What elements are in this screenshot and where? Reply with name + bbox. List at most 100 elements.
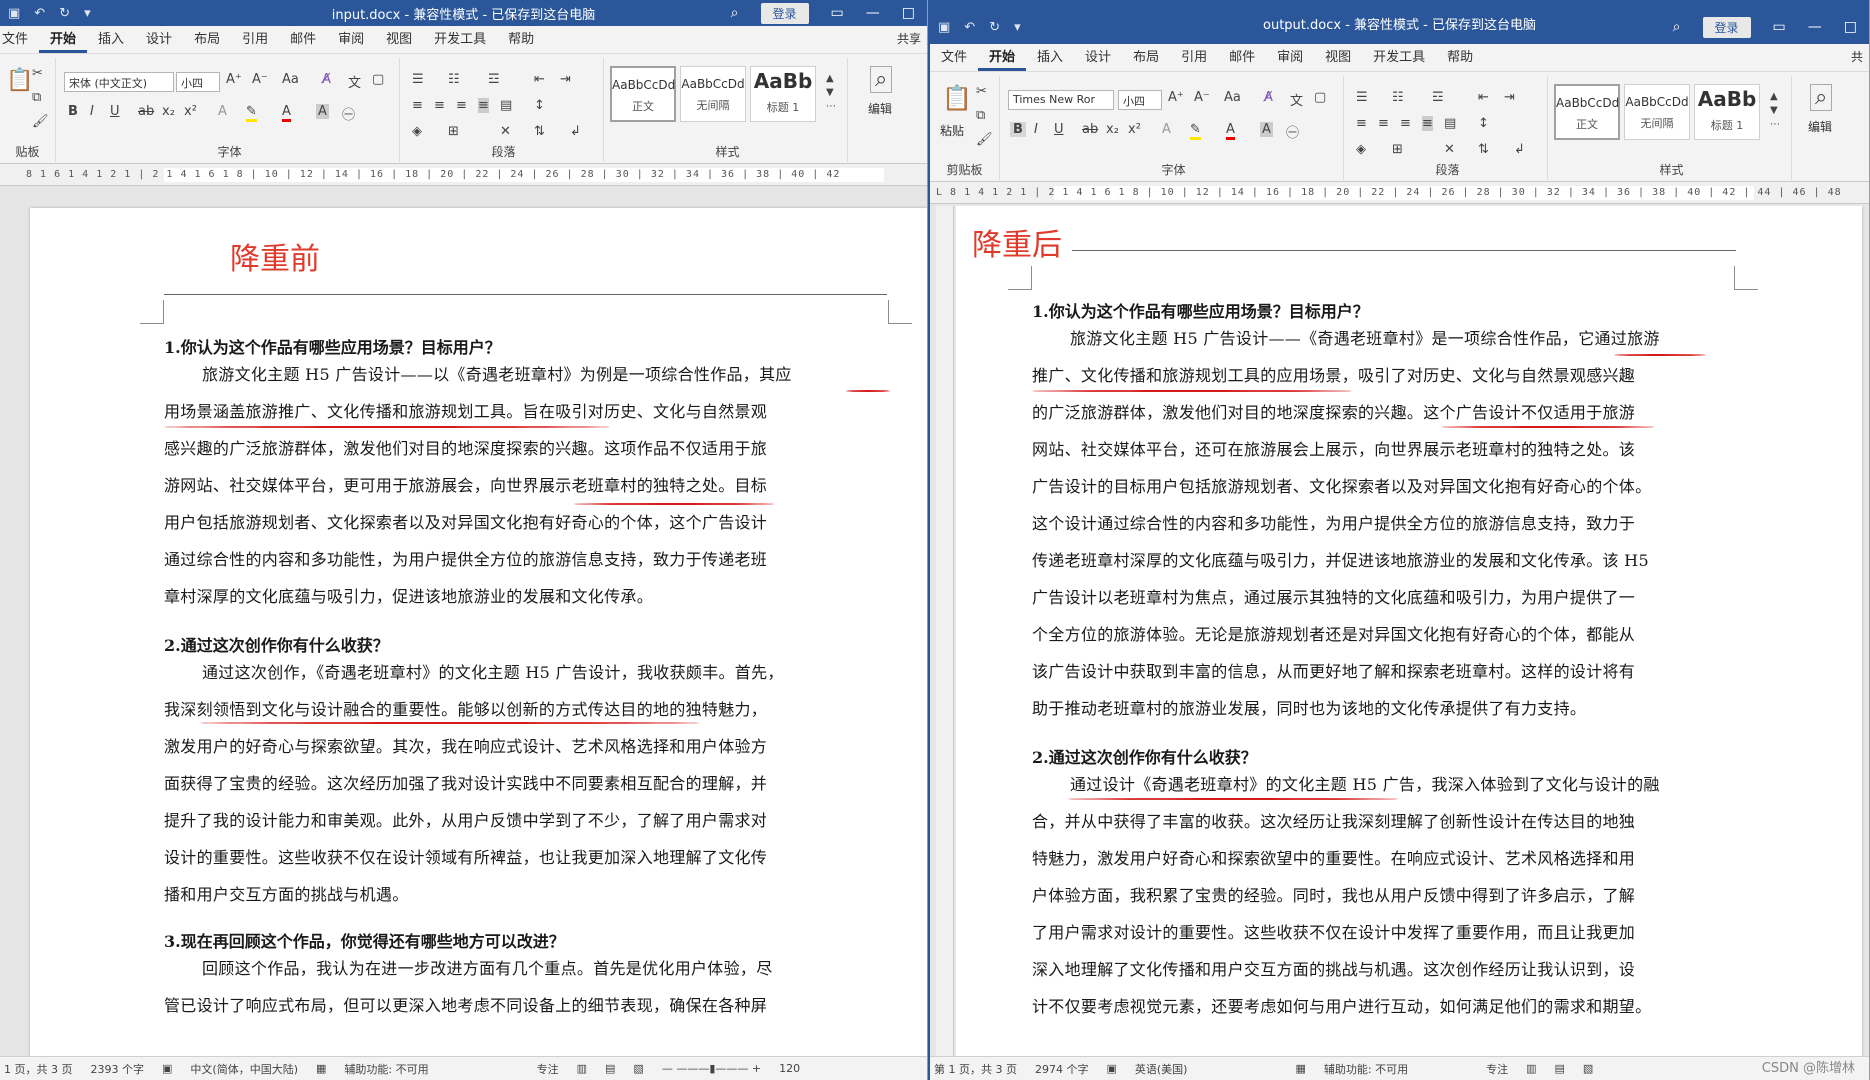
underline-icon[interactable]: U bbox=[110, 104, 120, 119]
vertical-ruler[interactable] bbox=[936, 206, 954, 1056]
share-button[interactable]: 共 bbox=[1840, 48, 1869, 71]
chinese-layout-icon[interactable]: ✕ bbox=[1444, 142, 1455, 157]
save-icon[interactable]: ▣ bbox=[8, 6, 20, 21]
show-marks-icon[interactable]: ↲ bbox=[570, 124, 581, 139]
char-border-icon[interactable]: ▢ bbox=[1314, 90, 1326, 105]
enclose-char-icon[interactable]: ㊀ bbox=[1286, 122, 1299, 141]
minimize-icon[interactable]: — bbox=[1808, 19, 1822, 35]
login-button[interactable]: 登录 bbox=[760, 2, 809, 24]
increase-indent-icon[interactable]: ⇥ bbox=[560, 72, 571, 87]
grow-font-icon[interactable]: A⁺ bbox=[226, 72, 242, 87]
superscript-icon[interactable]: x² bbox=[1128, 122, 1141, 137]
align-center-icon[interactable]: ≡ bbox=[434, 98, 445, 113]
share-button[interactable]: 共享 bbox=[886, 30, 927, 53]
find-icon[interactable]: ⌕ bbox=[1810, 84, 1833, 111]
left-horizontal-ruler[interactable]: 8 1 6 1 4 1 2 1 | 2 1 4 1 6 1 8 | 10 | 1… bbox=[0, 164, 927, 186]
tab-references[interactable]: 引用 bbox=[231, 28, 279, 53]
strikethrough-icon[interactable]: ab bbox=[138, 104, 154, 119]
customize-icon[interactable]: ▾ bbox=[84, 6, 91, 21]
strikethrough-icon[interactable]: ab bbox=[1082, 122, 1098, 137]
right-horizontal-ruler[interactable]: L 8 1 4 1 2 1 | 2 1 4 1 6 1 8 | 10 | 12 … bbox=[930, 182, 1869, 204]
zoom-slider[interactable]: — ———▮——— + bbox=[662, 1062, 761, 1075]
italic-icon[interactable]: I bbox=[1034, 122, 1038, 137]
tab-file[interactable]: 文件 bbox=[0, 28, 39, 53]
redo-icon[interactable]: ↻ bbox=[989, 20, 1000, 35]
tab-developer[interactable]: 开发工具 bbox=[1362, 46, 1436, 71]
font-name-select[interactable]: Times New Ror bbox=[1008, 90, 1114, 110]
paste-label[interactable]: 粘贴 bbox=[940, 122, 964, 139]
font-size-select[interactable]: 小四 bbox=[1118, 90, 1162, 110]
tab-insert[interactable]: 插入 bbox=[87, 28, 135, 53]
tab-design[interactable]: 设计 bbox=[1074, 46, 1122, 71]
text-effects-icon[interactable]: A bbox=[218, 104, 227, 119]
tab-home[interactable]: 开始 bbox=[39, 28, 88, 53]
left-page[interactable]: 降重前 1.你认为这个作品有哪些应用场景？目标用户？ 旅游文化主题 H5 广告设… bbox=[30, 208, 927, 1056]
subscript-icon[interactable]: x₂ bbox=[162, 104, 175, 119]
accessibility[interactable]: 辅助功能: 不可用 bbox=[344, 1061, 428, 1077]
page-count[interactable]: 1 页，共 3 页 bbox=[4, 1061, 73, 1077]
char-shading-icon[interactable]: A bbox=[1260, 122, 1273, 137]
line-spacing-icon[interactable]: ↕ bbox=[1478, 116, 1489, 131]
undo-icon[interactable]: ↶ bbox=[34, 6, 45, 21]
copy-icon[interactable]: ⧉ bbox=[32, 90, 41, 105]
redo-icon[interactable]: ↻ bbox=[59, 6, 70, 21]
zoom-level[interactable]: 120 bbox=[779, 1062, 800, 1075]
superscript-icon[interactable]: x² bbox=[184, 104, 197, 119]
align-center-icon[interactable]: ≡ bbox=[1378, 116, 1389, 131]
shading-icon[interactable]: ◈ bbox=[412, 124, 422, 139]
macro-icon[interactable]: ▦ bbox=[1295, 1062, 1305, 1075]
grow-font-icon[interactable]: A⁺ bbox=[1168, 90, 1184, 105]
style-heading-1[interactable]: AaBb 标题 1 bbox=[1694, 84, 1760, 140]
italic-icon[interactable]: I bbox=[90, 104, 94, 119]
font-name-select[interactable]: 宋体 (中文正文) bbox=[64, 72, 174, 92]
minimize-icon[interactable]: — bbox=[866, 5, 880, 21]
line-spacing-icon[interactable]: ↕ bbox=[534, 98, 545, 113]
phonetic-icon[interactable]: 文 bbox=[348, 72, 361, 91]
tab-view[interactable]: 视图 bbox=[375, 28, 423, 53]
tab-view[interactable]: 视图 bbox=[1314, 46, 1362, 71]
tab-references[interactable]: 引用 bbox=[1170, 46, 1218, 71]
read-mode-icon[interactable]: ▥ bbox=[1526, 1062, 1536, 1075]
tab-mailings[interactable]: 邮件 bbox=[279, 28, 327, 53]
styles-scroll-icon[interactable]: ▲ ▼ ⋯ bbox=[1770, 90, 1780, 132]
shading-icon[interactable]: ◈ bbox=[1356, 142, 1366, 157]
edit-label[interactable]: 编辑 bbox=[868, 100, 892, 117]
tab-layout[interactable]: 布局 bbox=[183, 28, 231, 53]
bold-icon[interactable]: B bbox=[68, 104, 78, 119]
style-heading-1[interactable]: AaBb 标题 1 bbox=[750, 66, 816, 122]
undo-icon[interactable]: ↶ bbox=[964, 20, 975, 35]
tab-insert[interactable]: 插入 bbox=[1026, 46, 1074, 71]
justify-icon[interactable]: ≡ bbox=[478, 98, 489, 113]
tab-layout[interactable]: 布局 bbox=[1122, 46, 1170, 71]
subscript-icon[interactable]: x₂ bbox=[1106, 122, 1119, 137]
change-case-icon[interactable]: Aa bbox=[1224, 90, 1241, 105]
align-right-icon[interactable]: ≡ bbox=[1400, 116, 1411, 131]
clear-format-icon[interactable]: A̸ bbox=[1264, 90, 1273, 105]
focus-mode[interactable]: 专注 bbox=[1486, 1061, 1508, 1077]
distributed-icon[interactable]: ▤ bbox=[1444, 116, 1456, 131]
bold-icon[interactable]: B bbox=[1010, 122, 1026, 137]
borders-icon[interactable]: ⊞ bbox=[1392, 142, 1403, 157]
style-no-spacing[interactable]: AaBbCcDd 无间隔 bbox=[680, 66, 746, 122]
print-layout-icon[interactable]: ▤ bbox=[1555, 1062, 1565, 1075]
word-count[interactable]: 2393 个字 bbox=[91, 1061, 145, 1077]
bullets-icon[interactable]: ☰ bbox=[1356, 90, 1368, 105]
distributed-icon[interactable]: ▤ bbox=[500, 98, 512, 113]
right-document-area[interactable]: 降重后 1.你认为这个作品有哪些应用场景？目标用户？ 旅游文化主题 H5 广告设… bbox=[956, 206, 1869, 1056]
font-color-icon[interactable]: A bbox=[1226, 122, 1235, 140]
focus-mode[interactable]: 专注 bbox=[537, 1061, 559, 1077]
tab-mailings[interactable]: 邮件 bbox=[1218, 46, 1266, 71]
clear-format-icon[interactable]: A̸ bbox=[322, 72, 331, 87]
font-size-select[interactable]: 小四 bbox=[176, 72, 220, 92]
tab-review[interactable]: 审阅 bbox=[1266, 46, 1314, 71]
show-marks-icon[interactable]: ↲ bbox=[1514, 142, 1525, 157]
tab-file[interactable]: 文件 bbox=[930, 46, 978, 71]
print-layout-icon[interactable]: ▤ bbox=[605, 1062, 615, 1075]
multilevel-list-icon[interactable]: ☲ bbox=[1432, 90, 1444, 105]
save-icon[interactable]: ▣ bbox=[938, 20, 950, 35]
right-page[interactable]: 降重后 1.你认为这个作品有哪些应用场景？目标用户？ 旅游文化主题 H5 广告设… bbox=[956, 206, 1862, 1056]
align-left-icon[interactable]: ≡ bbox=[412, 98, 423, 113]
copy-icon[interactable]: ⧉ bbox=[976, 108, 985, 123]
search-icon[interactable]: ⌕ bbox=[1673, 19, 1681, 35]
char-shading-icon[interactable]: A bbox=[316, 104, 329, 119]
